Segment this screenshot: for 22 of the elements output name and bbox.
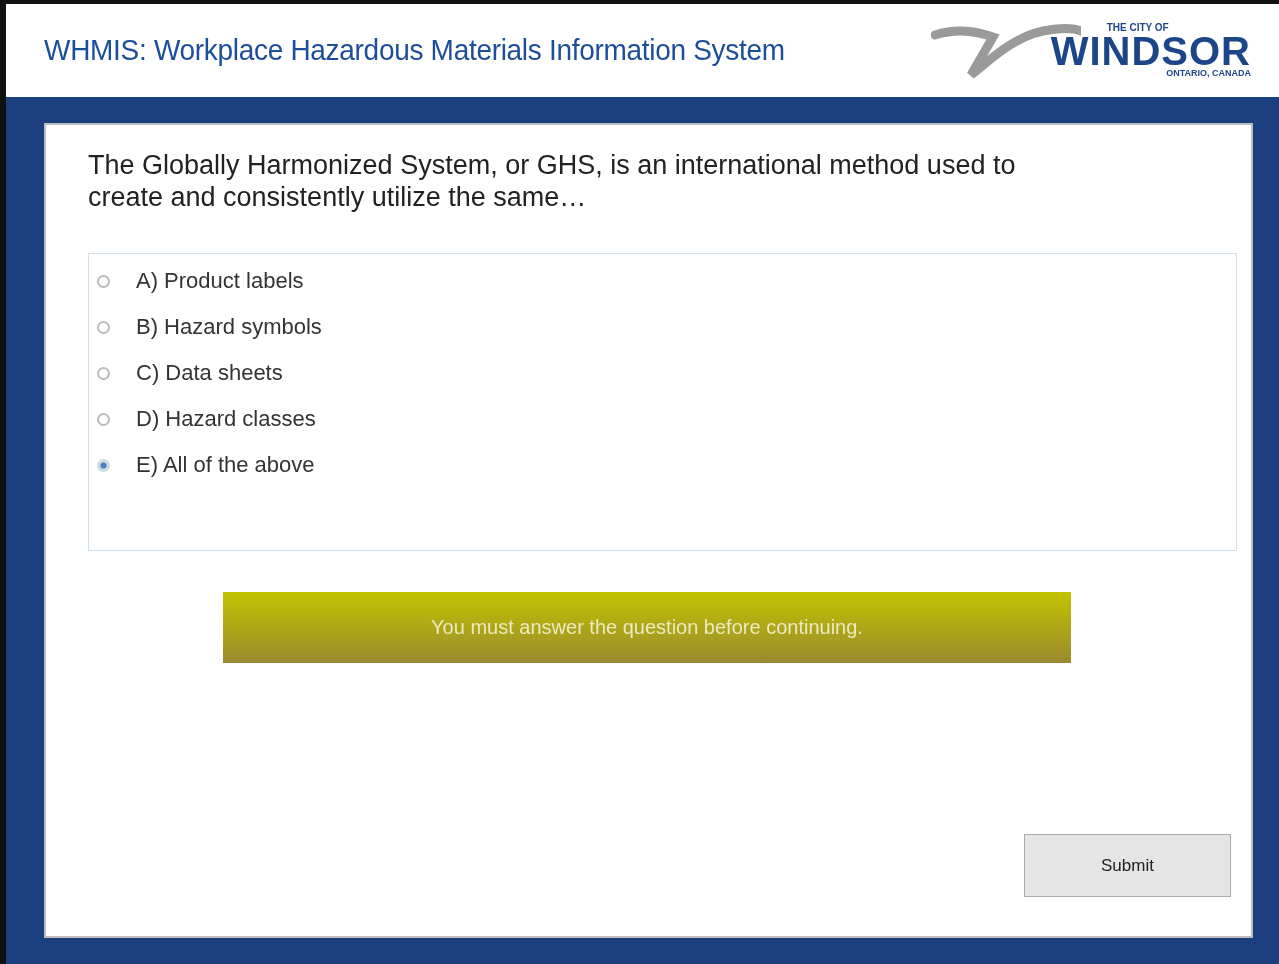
radio-button[interactable] [97,412,110,426]
radio-button[interactable] [97,274,110,288]
radio-button[interactable] [97,458,110,472]
logo-name: WINDSOR [1050,31,1251,71]
answer-option[interactable]: A) Product labels [97,258,1236,304]
logo-location: ONTARIO, CANADA [1166,69,1251,78]
option-label: D) Hazard classes [136,406,316,432]
radio-button[interactable] [97,366,110,380]
option-label: B) Hazard symbols [136,314,322,340]
submit-button[interactable]: Submit [1024,834,1231,897]
answer-option[interactable]: D) Hazard classes [97,396,1236,442]
option-label: C) Data sheets [136,360,283,386]
answer-option[interactable]: B) Hazard symbols [97,304,1236,350]
option-label: E) All of the above [136,452,315,478]
warning-message: You must answer the question before continuing. [431,616,863,639]
question-text: The Globally Harmonized System, or GHS, is an international method used to create and consistently utilize the same… [88,149,1017,213]
logo-tagline: THE CITY OF [1106,23,1169,33]
app-title: WHMIS: Workplace Hazardous Materials Information System [44,33,785,68]
answer-option[interactable]: E) All of the above [97,442,1236,488]
answer-option[interactable]: C) Data sheets [97,350,1236,396]
radio-button[interactable] [97,320,110,334]
option-label: A) Product labels [136,268,304,294]
